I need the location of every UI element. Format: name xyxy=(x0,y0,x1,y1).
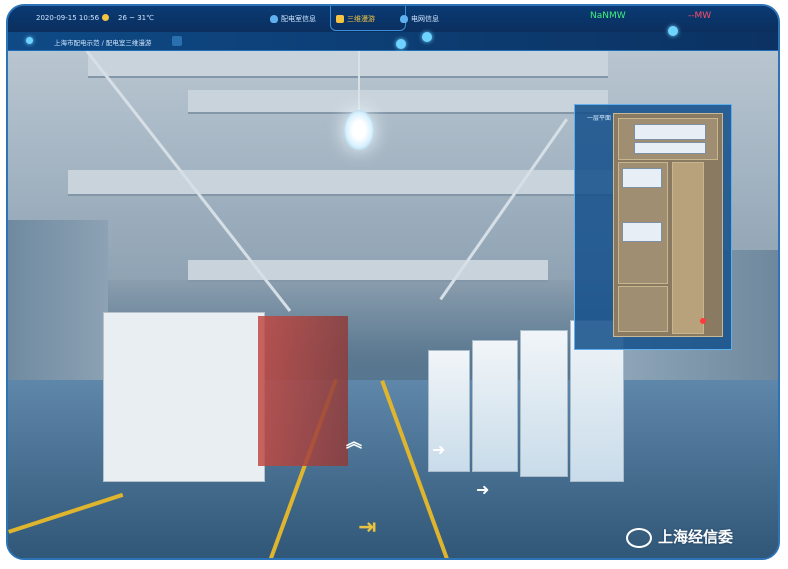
switchgear-cabinets[interactable] xyxy=(103,312,348,482)
tab-grid-info[interactable]: 电网信息 xyxy=(400,14,439,24)
network-node-icon xyxy=(396,39,406,49)
plan-cabinet-group xyxy=(634,142,706,154)
ceiling-beam xyxy=(88,50,608,78)
current-position-marker-icon xyxy=(700,318,706,324)
app-window: ︽ ➜ ➜ ⇥ 一层平面 2020-09-15 10:56 26 ~ 31℃ 配… xyxy=(6,4,780,560)
cabinet-row xyxy=(258,316,348,466)
breadcrumb-menu-button[interactable] xyxy=(172,36,182,46)
ceiling-lamp xyxy=(344,110,374,150)
tab-3d-roaming[interactable]: 三维漫游 xyxy=(336,14,375,24)
plan-cabinet-group xyxy=(622,168,662,188)
load-readout: NaNMW xyxy=(590,11,626,21)
3d-roaming-scene[interactable]: ︽ ➜ ➜ ⇥ 一层平面 xyxy=(8,50,778,558)
turn-arrow-icon[interactable]: ➜ xyxy=(476,482,489,498)
minimap-title: 一层平面 xyxy=(587,115,612,122)
poster xyxy=(520,330,568,477)
poster xyxy=(472,340,518,472)
tools-icon xyxy=(336,15,344,23)
top-status-bar: 2020-09-15 10:56 26 ~ 31℃ 配电室信息 三维漫游 电网信… xyxy=(8,6,778,33)
lamp-rod xyxy=(358,50,360,112)
shield-icon xyxy=(400,15,408,23)
floor-direction-arrow-icon: ⇥ xyxy=(358,515,377,540)
shield-icon xyxy=(270,15,278,23)
plan-cabinet-group xyxy=(622,222,662,242)
network-node-icon xyxy=(422,32,432,42)
network-node-icon xyxy=(668,26,678,36)
turn-arrow-icon[interactable]: ➜ xyxy=(432,442,445,458)
datetime: 2020-09-15 10:56 xyxy=(36,14,100,22)
plan-corridor xyxy=(672,162,704,334)
capacity-readout: --MW xyxy=(688,11,712,21)
forward-arrow-icon[interactable]: ︽ xyxy=(346,434,362,450)
plan-room xyxy=(618,286,668,332)
watermark: 上海经信委 xyxy=(626,526,733,548)
breadcrumb: 上海市配电示范 / 配电室三维漫游 xyxy=(54,39,152,47)
ceiling-beam xyxy=(188,260,548,282)
sun-icon xyxy=(102,13,109,21)
cabinet-front xyxy=(103,312,265,482)
floor-plan-minimap[interactable]: 一层平面 xyxy=(574,104,732,350)
tab-distribution-room[interactable]: 配电室信息 xyxy=(270,14,316,24)
network-node-icon xyxy=(26,37,33,44)
breadcrumb-bar: 上海市配电示范 / 配电室三维漫游 xyxy=(8,32,778,51)
weather-text: 26 ~ 31℃ xyxy=(118,14,154,22)
ceiling-beam xyxy=(188,90,608,114)
ceiling-beam xyxy=(68,170,628,196)
wechat-icon xyxy=(626,527,652,548)
floor-plan xyxy=(613,113,723,337)
plan-cabinet-group xyxy=(634,124,706,140)
